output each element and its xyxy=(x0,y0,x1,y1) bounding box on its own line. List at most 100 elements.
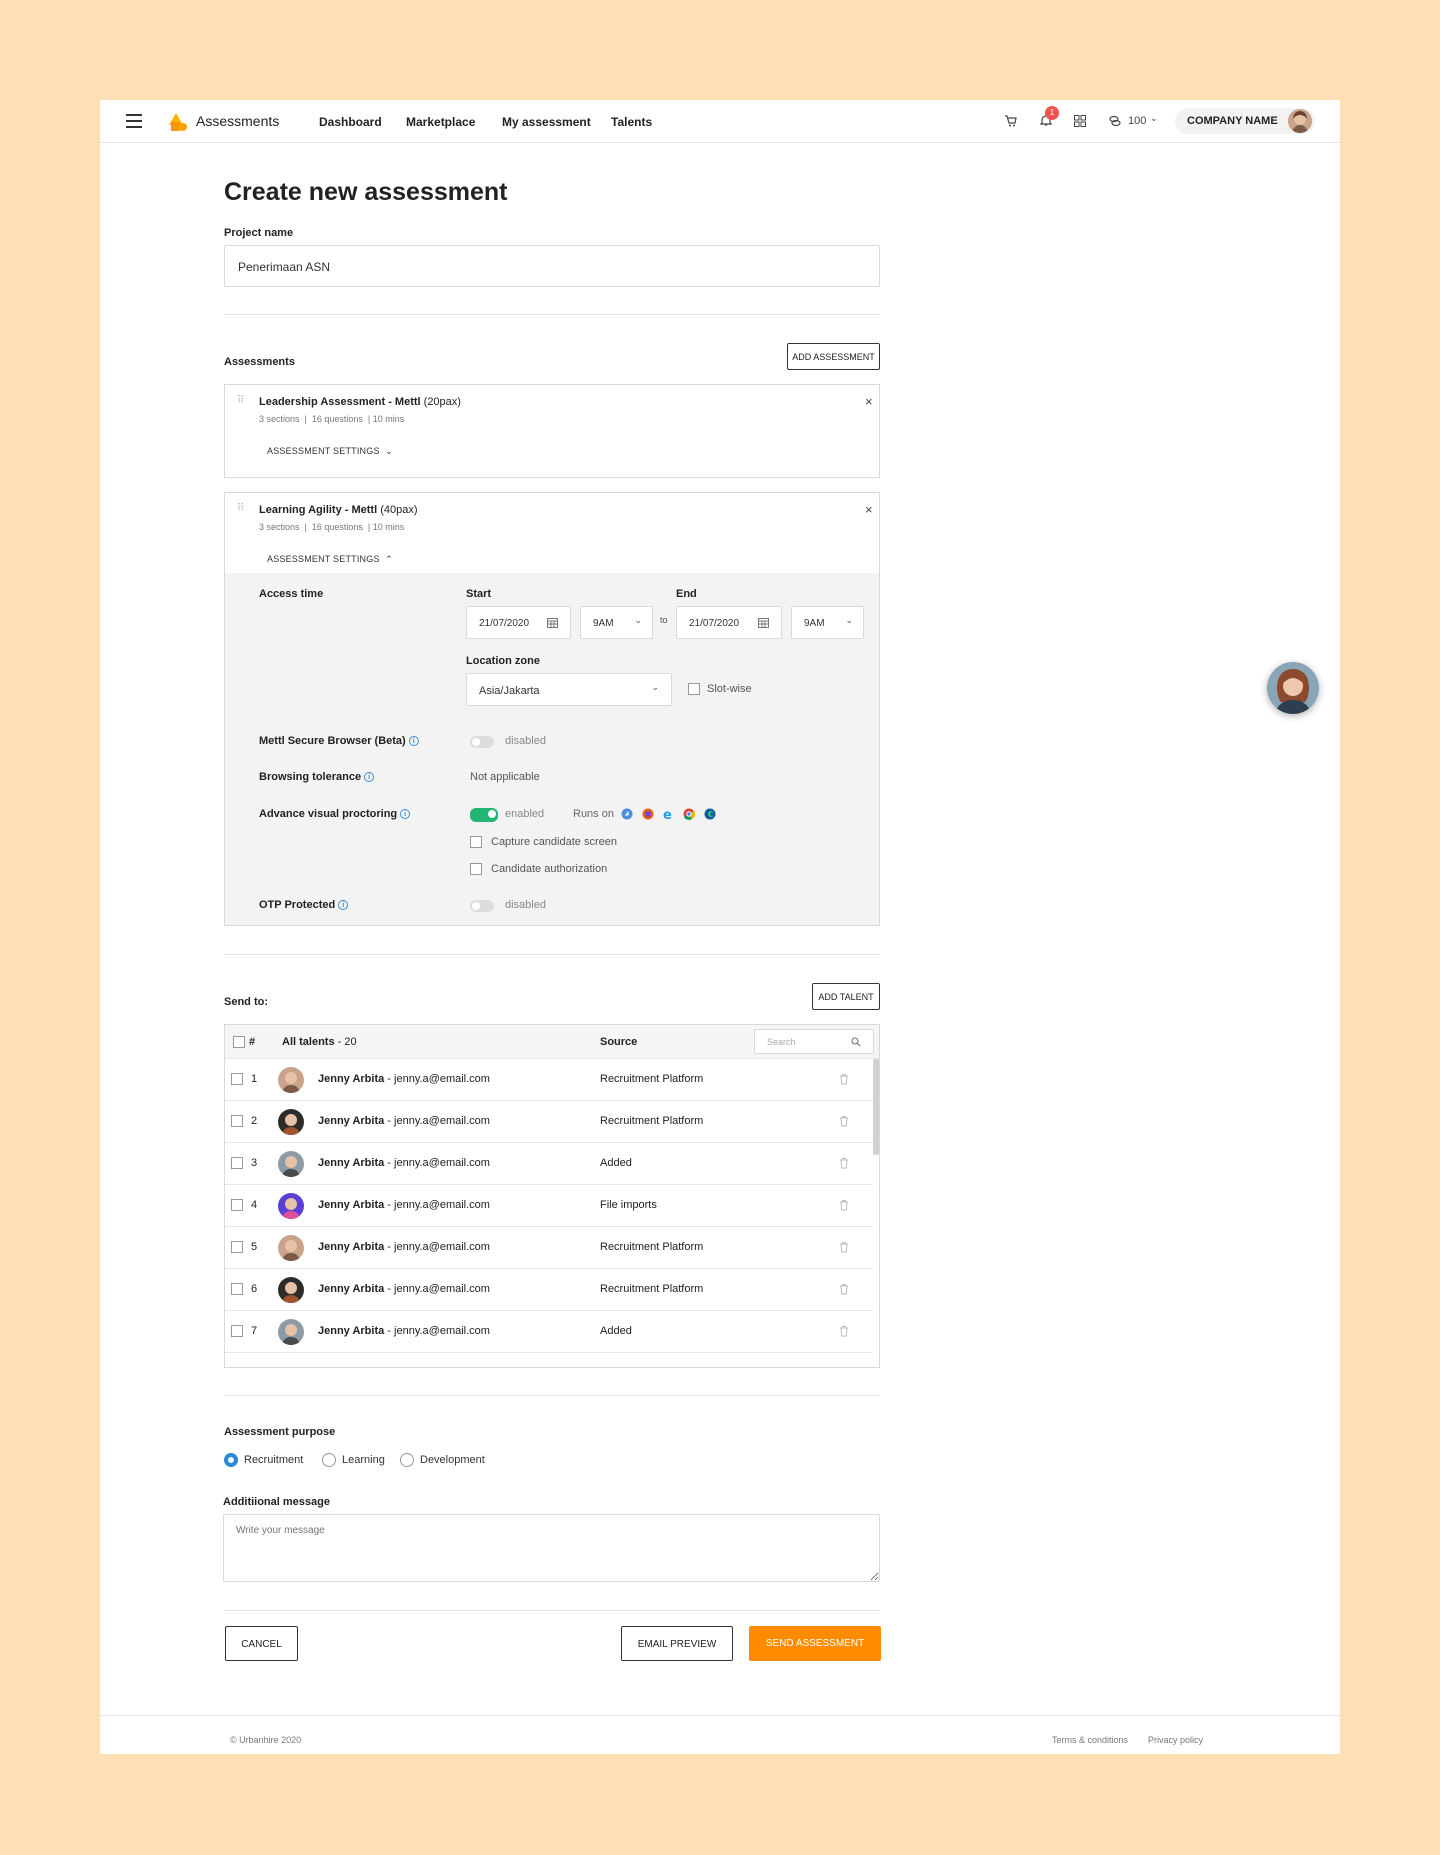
nav-dashboard[interactable]: Dashboard xyxy=(319,115,382,129)
proctoring-toggle[interactable] xyxy=(470,808,498,822)
development-radio[interactable] xyxy=(400,1453,414,1467)
trash-icon[interactable] xyxy=(839,1241,849,1253)
info-icon[interactable]: i xyxy=(400,809,411,820)
row-checkbox[interactable] xyxy=(231,1283,243,1295)
row-checkbox[interactable] xyxy=(231,1325,243,1337)
svg-text:e: e xyxy=(663,808,672,821)
menu-icon[interactable] xyxy=(126,114,142,128)
close-icon[interactable]: × xyxy=(865,394,873,409)
duration: 10 mins xyxy=(372,522,405,532)
nav-talents[interactable]: Talents xyxy=(611,115,652,129)
info-icon[interactable]: i xyxy=(338,900,349,911)
scrollbar[interactable] xyxy=(873,1059,879,1155)
send-assessment-button[interactable]: SEND ASSESSMENT xyxy=(749,1626,881,1661)
page-title: Create new assessment xyxy=(224,178,508,206)
table-row[interactable]: 4 Jenny Arbita - jenny.a@email.com File im… xyxy=(225,1185,873,1227)
talent-avatar xyxy=(278,1151,304,1177)
assessment-settings-toggle[interactable]: ASSESSMENT SETTINGS ⌃ xyxy=(267,554,393,565)
search-input[interactable]: Search xyxy=(754,1029,874,1054)
trash-icon[interactable] xyxy=(839,1325,849,1337)
nav-marketplace[interactable]: Marketplace xyxy=(406,115,475,129)
trash-icon[interactable] xyxy=(839,1283,849,1295)
trash-icon[interactable] xyxy=(839,1157,849,1169)
table-row[interactable]: 3 Jenny Arbita - jenny.a@email.com Added xyxy=(225,1143,873,1185)
talent-name: Jenny Arbita xyxy=(318,1157,385,1169)
start-date-value: 21/07/2020 xyxy=(479,618,530,629)
company-name: COMPANY NAME xyxy=(1187,115,1278,127)
ie-icon: e xyxy=(663,808,672,821)
assessment-settings-toggle[interactable]: ASSESSMENT SETTINGS ⌄ xyxy=(267,446,393,457)
trash-icon[interactable] xyxy=(839,1073,849,1085)
location-zone-select[interactable]: Asia/Jakarta ⌄ xyxy=(466,673,672,706)
project-name-input[interactable]: Penerimaan ASN xyxy=(224,245,880,287)
cart-icon[interactable] xyxy=(1004,115,1017,127)
location-zone-label: Location zone xyxy=(466,655,540,667)
firefox-icon xyxy=(642,808,654,820)
drag-handle-icon[interactable]: ⠿ xyxy=(237,395,244,406)
nav-my-assessment[interactable]: My assessment xyxy=(502,115,591,129)
start-label: Start xyxy=(466,588,492,600)
table-row[interactable]: 5 Jenny Arbita - jenny.a@email.com Recruit… xyxy=(225,1227,873,1269)
table-row[interactable]: 1 Jenny Arbita - jenny.a@email.com Recruit… xyxy=(225,1059,873,1101)
slot-wise-checkbox[interactable] xyxy=(688,683,700,695)
row-checkbox[interactable] xyxy=(231,1115,243,1127)
send-to-label: Send to: xyxy=(224,996,268,1008)
talent-info: Jenny Arbita - jenny.a@email.com xyxy=(318,1157,490,1169)
add-talent-button[interactable]: ADD TALENT xyxy=(812,983,880,1010)
talent-email: - jenny.a@email.com xyxy=(387,1199,490,1211)
talent-avatar xyxy=(278,1277,304,1303)
talent-avatar xyxy=(278,1109,304,1135)
end-date-input[interactable]: 21/07/2020 xyxy=(676,606,782,639)
recruitment-radio[interactable] xyxy=(224,1453,238,1467)
credits-value[interactable]: 100 xyxy=(1128,115,1146,127)
all-talents-label: All talents xyxy=(282,1036,335,1048)
info-icon[interactable]: i xyxy=(408,736,419,747)
terms-link[interactable]: Terms & conditions xyxy=(1052,1735,1128,1745)
trash-icon[interactable] xyxy=(839,1199,849,1211)
table-row[interactable]: 6 Jenny Arbita - jenny.a@email.com Recruit… xyxy=(225,1269,873,1311)
talent-info: Jenny Arbita - jenny.a@email.com xyxy=(318,1073,490,1085)
trash-icon[interactable] xyxy=(839,1115,849,1127)
otp-toggle[interactable] xyxy=(470,900,494,912)
talent-name: Jenny Arbita xyxy=(318,1115,385,1127)
email-preview-button[interactable]: EMAIL PREVIEW xyxy=(621,1626,733,1661)
privacy-link[interactable]: Privacy policy xyxy=(1148,1735,1203,1745)
talent-avatar xyxy=(278,1067,304,1093)
end-time-select[interactable]: 9AM ⌄ xyxy=(791,606,864,639)
user-avatar[interactable] xyxy=(1288,109,1312,133)
chevron-down-icon[interactable]: ⌄ xyxy=(1150,113,1158,124)
cancel-button[interactable]: CANCEL xyxy=(225,1626,298,1661)
message-textarea[interactable] xyxy=(223,1514,880,1582)
search-icon xyxy=(851,1037,861,1047)
candidate-auth-label: Candidate authorization xyxy=(491,863,608,875)
capture-screen-checkbox[interactable] xyxy=(470,836,482,848)
select-all-checkbox[interactable] xyxy=(233,1036,245,1048)
row-checkbox[interactable] xyxy=(231,1073,243,1085)
talent-email: - jenny.a@email.com xyxy=(387,1157,490,1169)
close-icon[interactable]: × xyxy=(865,502,873,517)
row-checkbox[interactable] xyxy=(231,1199,243,1211)
start-date-input[interactable]: 21/07/2020 xyxy=(466,606,571,639)
drag-handle-icon[interactable]: ⠿ xyxy=(237,503,244,514)
table-row[interactable]: 2 Jenny Arbita - jenny.a@email.com Recruit… xyxy=(225,1101,873,1143)
sections-count: 3 sections xyxy=(259,414,300,424)
talent-name: Jenny Arbita xyxy=(318,1241,385,1253)
table-row[interactable]: 7 Jenny Arbita - jenny.a@email.com Added xyxy=(225,1311,873,1353)
apps-grid-icon[interactable] xyxy=(1074,115,1086,127)
talent-info: Jenny Arbita - jenny.a@email.com xyxy=(318,1115,490,1127)
secure-browser-toggle[interactable] xyxy=(470,736,494,748)
row-checkbox[interactable] xyxy=(231,1157,243,1169)
row-checkbox[interactable] xyxy=(231,1241,243,1253)
add-assessment-button[interactable]: ADD ASSESSMENT xyxy=(787,343,880,370)
access-time-label: Access time xyxy=(259,588,324,600)
talent-source: Recruitment Platform xyxy=(600,1073,704,1085)
info-icon[interactable]: i xyxy=(364,772,375,783)
assessment-card: ⠿ Learning Agility - Mettl (40pax) 3 sec… xyxy=(224,492,880,926)
browsing-tolerance-label: Browsing tolerance i xyxy=(259,771,375,783)
start-time-select[interactable]: 9AM ⌄ xyxy=(580,606,653,639)
learning-radio[interactable] xyxy=(322,1453,336,1467)
runs-on-label: Runs on xyxy=(573,808,614,820)
chat-support-avatar[interactable] xyxy=(1267,662,1319,714)
assessment-name: Learning Agility - Mettl xyxy=(259,504,378,516)
candidate-auth-checkbox[interactable] xyxy=(470,863,482,875)
